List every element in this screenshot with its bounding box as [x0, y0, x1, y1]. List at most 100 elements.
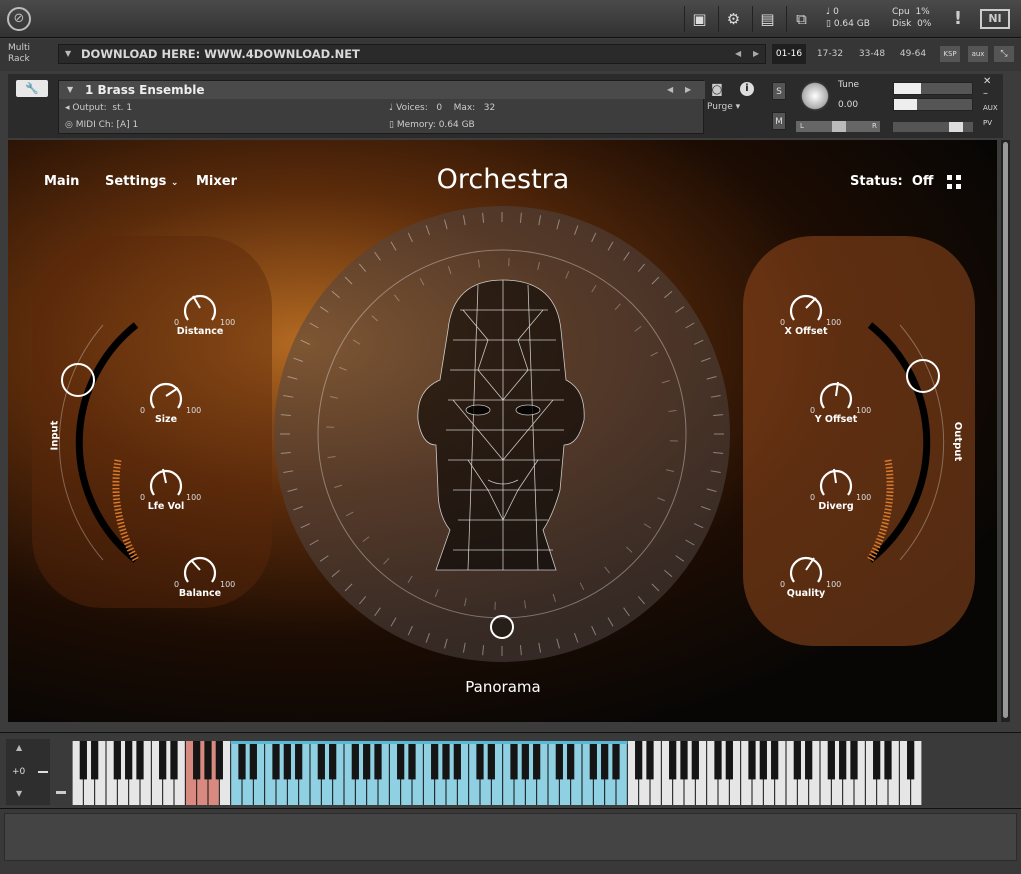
octave-down-icon[interactable]: ▼ — [16, 789, 22, 798]
knob-dial-icon — [789, 556, 823, 583]
purge-button[interactable]: Purge ▾ — [707, 102, 740, 112]
instrument-info-panel: ▼ 1 Brass Ensemble ◀ ▶ ◂ Output: st. 1 ◎… — [58, 80, 705, 134]
panorama-tick — [300, 339, 311, 345]
max-value[interactable]: 32 — [484, 103, 495, 113]
scrollbar-thumb[interactable] — [1003, 142, 1008, 718]
page-tab-01-16[interactable]: 01-16 — [772, 44, 806, 64]
page-tab-49-64[interactable]: 49-64 — [896, 44, 930, 64]
knob-dial-icon — [149, 468, 183, 496]
output-row[interactable]: ◂ Output: st. 1 — [65, 101, 132, 115]
gear-icon[interactable]: ⚙ — [718, 6, 748, 32]
octave-control: ▲ +0 ▼ — [6, 739, 36, 805]
aux-button[interactable]: aux — [968, 46, 988, 62]
info-icon[interactable]: i — [740, 82, 754, 96]
black-key — [317, 741, 325, 780]
panorama-tick — [637, 263, 646, 272]
collapse-icon[interactable]: ⤡ — [994, 46, 1014, 62]
max-label: Max: — [453, 103, 476, 113]
close-icon[interactable]: ✕ — [983, 76, 991, 87]
y-offset-knob[interactable]: 0 100 Y Offset — [810, 378, 871, 425]
pitch-bend-indicator[interactable] — [56, 791, 66, 794]
camera-icon[interactable]: ◙ — [706, 82, 728, 99]
kontakt-logo-icon[interactable]: ⊘ — [7, 7, 31, 31]
minimize-icon[interactable]: – — [983, 88, 988, 99]
knob-label: Size — [154, 414, 178, 425]
mute-button[interactable]: M — [772, 112, 786, 130]
panorama-tick — [280, 414, 291, 417]
midi-value: [A] 1 — [116, 120, 139, 130]
midi-row[interactable]: ◎ MIDI Ch: [A] 1 — [65, 118, 138, 132]
balance-knob[interactable]: 0 100 Balance — [174, 552, 235, 599]
black-key — [351, 741, 359, 780]
chevron-down-icon[interactable]: ▼ — [65, 45, 71, 63]
panorama-tick — [283, 394, 294, 398]
black-key — [329, 741, 337, 780]
panorama-tick — [482, 645, 485, 656]
volume-handle[interactable] — [949, 122, 963, 132]
diverg-knob[interactable]: 0 100 Diverg — [810, 465, 871, 512]
black-key — [759, 741, 767, 780]
piano-keyboard[interactable] — [72, 741, 922, 805]
knob-label: X Offset — [784, 326, 828, 337]
instrument-name-bar[interactable]: ▼ 1 Brass Ensemble ◀ ▶ — [59, 81, 705, 99]
panorama-inner-tick — [419, 277, 425, 286]
next-arrow-icon[interactable]: ▶ — [753, 45, 759, 63]
save-icon[interactable]: ▣ — [684, 6, 714, 32]
purge-label: Purge — [707, 102, 733, 112]
solo-button[interactable]: S — [772, 82, 786, 100]
octave-up-icon[interactable]: ▲ — [16, 743, 22, 752]
panorama-tick — [444, 638, 448, 649]
instrument-name: 1 Brass Ensemble — [85, 83, 205, 97]
level-meter-fill — [894, 99, 918, 110]
panorama-tick — [706, 376, 717, 380]
level-meter-fill — [894, 83, 921, 94]
multi-name-field[interactable]: ▼ DOWNLOAD HERE: WWW.4DOWNLOAD.NET ◀ ▶ — [58, 44, 766, 64]
vertical-scrollbar[interactable] — [1001, 140, 1010, 722]
next-instrument-icon[interactable]: ▶ — [685, 81, 691, 99]
panorama-tick — [623, 251, 630, 261]
keyboard-minus-control[interactable] — [36, 739, 50, 805]
multi-rack-label: Multi Rack — [8, 43, 30, 64]
black-key — [431, 741, 439, 780]
black-key — [601, 741, 609, 780]
aux-label[interactable]: AUX — [983, 104, 998, 112]
panorama-tick — [651, 276, 660, 285]
page-tab-17-32[interactable]: 17-32 — [813, 44, 847, 64]
panorama-inner-tick — [657, 497, 666, 502]
ni-logo-icon[interactable]: NI — [980, 9, 1010, 29]
black-key — [374, 741, 382, 780]
tune-knob[interactable] — [800, 81, 830, 111]
wrench-icon[interactable]: 🔧 — [16, 80, 48, 97]
panorama-tick — [293, 506, 303, 511]
output-label: Output — [952, 421, 964, 462]
panorama-inner-tick — [338, 366, 347, 371]
layout-icon[interactable]: ▤ — [752, 6, 782, 32]
pan-handle[interactable] — [832, 121, 846, 132]
black-key — [907, 741, 915, 780]
quality-knob[interactable]: 0 100 Quality — [780, 552, 841, 599]
size-knob[interactable]: 0 100 Size — [140, 378, 201, 425]
lfe-vol-knob[interactable]: 0 100 Lfe Vol — [140, 465, 201, 512]
prev-arrow-icon[interactable]: ◀ — [735, 45, 741, 63]
panorama-tick — [309, 539, 319, 546]
page-tab-33-48[interactable]: 33-48 — [855, 44, 889, 64]
pan-slider[interactable]: L R — [796, 121, 880, 132]
resize-icon[interactable]: ⧉ — [786, 6, 816, 32]
prev-instrument-icon[interactable]: ◀ — [667, 81, 673, 99]
x-offset-knob[interactable]: 0 100 X Offset — [780, 290, 841, 337]
panorama-tick — [287, 488, 298, 492]
black-key — [839, 741, 847, 780]
chevron-down-icon[interactable]: ▼ — [67, 81, 73, 99]
panorama-inner-tick — [552, 593, 557, 602]
voices-row: ♩ Voices: 0 Max: 32 — [389, 101, 495, 115]
warning-icon[interactable]: ! — [946, 6, 970, 32]
black-key — [805, 741, 813, 780]
black-key — [204, 741, 212, 780]
midi-label: MIDI Ch: — [75, 120, 114, 130]
volume-slider[interactable] — [893, 122, 973, 132]
ksp-button[interactable]: KSP — [940, 46, 960, 62]
pv-label[interactable]: PV — [983, 119, 992, 127]
panorama-inner-tick — [334, 484, 343, 489]
panorama-handle[interactable] — [490, 615, 514, 639]
distance-knob[interactable]: 0 100 Distance — [174, 290, 235, 337]
